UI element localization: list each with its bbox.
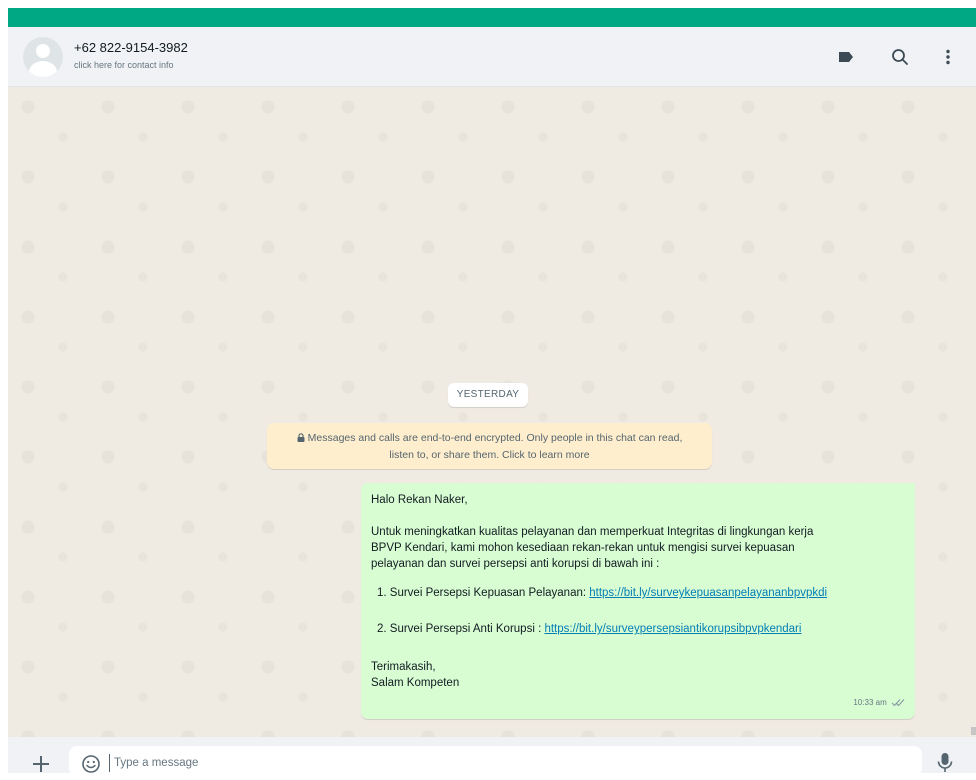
avatar[interactable] (23, 37, 63, 77)
message-signature: Salam Kompeten (371, 677, 460, 689)
message-body-line: pelayanan dan survei persepsi anti korup… (371, 558, 660, 570)
chat-header[interactable]: +62 822-9154-3982 click here for contact… (8, 27, 976, 87)
message-input-box[interactable] (69, 746, 922, 776)
encryption-text-1: Messages and calls are end-to-end encryp… (307, 432, 683, 444)
message-body-line: BPVP Kendari, kami mohon kesediaan rekan… (371, 542, 795, 554)
message-closing: Terimakasih, (371, 661, 436, 673)
contact-name[interactable]: +62 822-9154-3982 (74, 40, 188, 55)
accent-bar (8, 8, 976, 27)
message-body-line: Untuk meningkatkan kualitas pelayanan da… (371, 526, 814, 538)
label-icon[interactable] (834, 45, 858, 69)
emoji-icon[interactable] (81, 754, 101, 774)
search-icon[interactable] (888, 45, 912, 69)
contact-info-hint[interactable]: click here for contact info (74, 60, 174, 70)
chat-panel[interactable]: YESTERDAY Messages and calls are end-to-… (8, 87, 976, 737)
double-check-icon (889, 698, 905, 707)
message-greeting: Halo Rekan Naker, (371, 494, 468, 506)
encryption-notice[interactable]: Messages and calls are end-to-end encryp… (267, 423, 712, 469)
microphone-icon[interactable] (935, 751, 955, 773)
survey-item-2-label: 2. Survei Persepsi Anti Korupsi : (377, 623, 545, 635)
survey-item-2: 2. Survei Persepsi Anti Korupsi : https:… (371, 621, 905, 637)
scrollbar-thumb[interactable] (971, 727, 976, 735)
message-time: 10:33 am (853, 698, 887, 707)
encryption-text-2: listen to, or share them. Click to learn… (389, 449, 590, 461)
menu-icon[interactable] (936, 45, 960, 69)
attach-plus-icon[interactable] (30, 753, 52, 775)
window-left-gutter (0, 8, 8, 773)
message-meta: 10:33 am (853, 695, 905, 711)
date-divider: YESTERDAY (448, 383, 528, 407)
survey-item-1-label: 1. Survei Persepsi Kepuasan Pelayanan: (377, 587, 590, 599)
survey-link-anti-korupsi[interactable]: https://bit.ly/surveypersepsiantikorupsi… (544, 623, 801, 635)
survey-link-kepuasan[interactable]: https://bit.ly/surveykepuasanpelayananbp… (589, 587, 827, 599)
avatar-body-shape (29, 61, 57, 77)
encryption-notice-line1: Messages and calls are end-to-end encryp… (277, 430, 702, 447)
message-input[interactable] (109, 754, 889, 772)
survey-item-1: 1. Survei Persepsi Kepuasan Pelayanan: h… (371, 585, 905, 601)
lock-icon (297, 431, 305, 447)
avatar-head-shape (36, 44, 50, 58)
window-top-strip (0, 0, 976, 8)
message-bubble-outgoing[interactable]: Halo Rekan Naker, Untuk meningkatkan kua… (361, 483, 915, 719)
composer-bar (8, 737, 976, 776)
